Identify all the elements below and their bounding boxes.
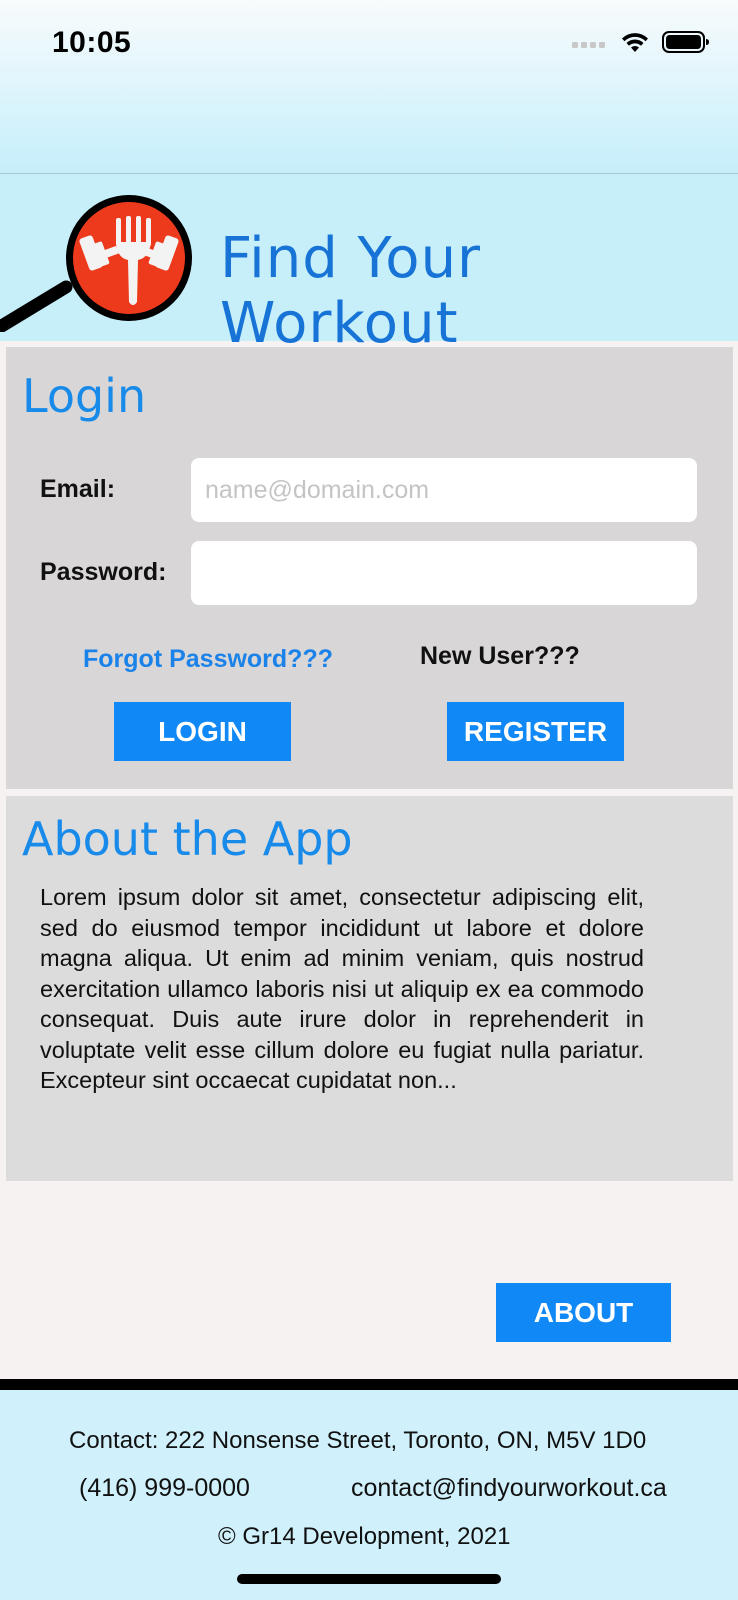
footer-email: contact@findyourworkout.ca	[351, 1474, 667, 1502]
password-field[interactable]	[191, 541, 697, 605]
footer-contact-address: Contact: 222 Nonsense Street, Toronto, O…	[69, 1427, 647, 1454]
home-indicator	[237, 1574, 501, 1584]
footer-divider	[0, 1379, 738, 1390]
battery-icon	[662, 30, 710, 59]
password-label: Password:	[40, 558, 167, 586]
about-title: About the App	[22, 812, 353, 866]
login-panel: Login Email: Password: Forgot Password??…	[6, 347, 733, 789]
forgot-password-link[interactable]: Forgot Password???	[83, 645, 333, 674]
wifi-icon	[620, 30, 650, 59]
about-description: Lorem ipsum dolor sit amet, consectetur …	[40, 884, 644, 1093]
about-button[interactable]: ABOUT	[496, 1283, 671, 1342]
login-button[interactable]: LOGIN	[114, 702, 291, 761]
cellular-signal-icon	[572, 36, 608, 54]
magnifier-dumbbell-fork-logo	[0, 192, 200, 334]
footer-copyright: © Gr14 Development, 2021	[218, 1523, 511, 1550]
about-panel: About the App Lorem ipsum dolor sit amet…	[6, 796, 733, 1181]
app-header: Find Your Workout	[0, 174, 738, 356]
status-bar: 10:05	[0, 0, 738, 174]
login-title: Login	[22, 369, 147, 423]
status-icons	[572, 30, 710, 59]
footer-phone: (416) 999-0000	[79, 1474, 250, 1502]
status-time: 10:05	[52, 26, 132, 59]
email-label: Email:	[40, 475, 116, 503]
app-title: Find Your Workout	[220, 226, 482, 356]
new-user-label: New User???	[420, 642, 580, 670]
email-field[interactable]	[191, 458, 697, 522]
register-button[interactable]: REGISTER	[447, 702, 624, 761]
